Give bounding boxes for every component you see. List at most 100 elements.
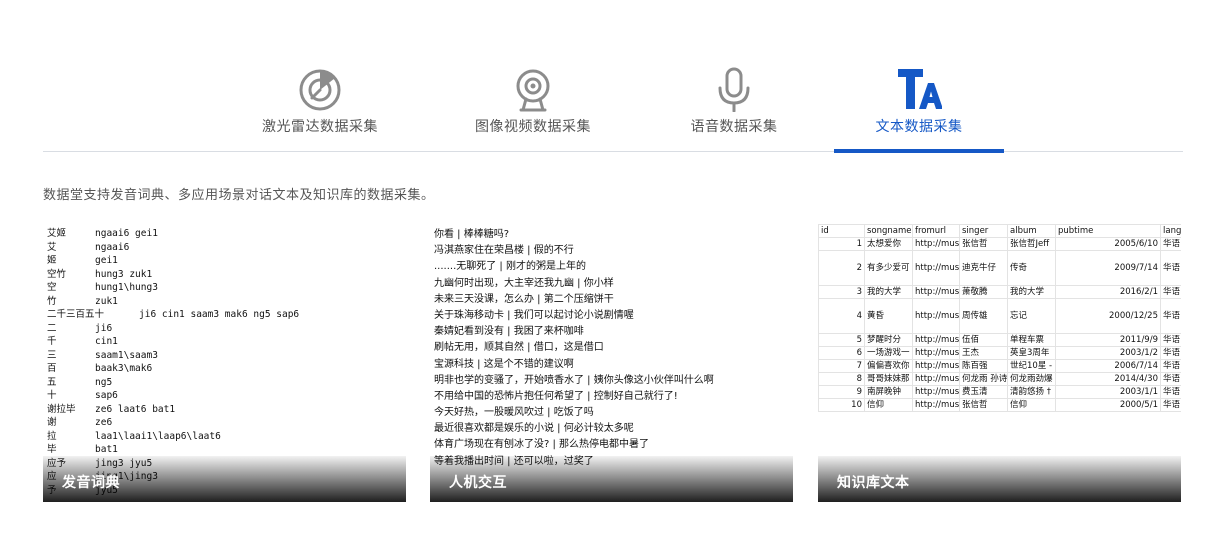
capture-type-tabs: 激光雷达数据采集 图像视频数据采集 语音数据采集 文本数据采集 [43,0,1183,153]
table-cell-singer: 迪克牛仔 [959,250,1008,286]
table-cell-lang: 华语 [1160,333,1181,347]
table-cell-id: 3 [818,285,865,299]
table-row: 4 黄昏 http://musi 周传雄 忘记 2000/12/25 华语 [818,298,1181,334]
table-cell-pubtime: 2016/2/1 [1055,285,1161,299]
dictionary-row: 艾姬 ngaai6 gei1 [47,227,406,241]
dialog-line: .......无聊死了 | 刚才的粥是上年的 [434,261,586,273]
dictionary-pronunciation: ng5 [95,376,113,388]
table-cell-singer: 张信哲 [959,237,1008,251]
dictionary-word: 姬 [47,255,57,266]
dictionary-row: 竹 zuk1 [47,295,406,309]
dialog-line: 未来三天没课，怎么办 | 第二个压缩饼干 [434,293,614,305]
dictionary-pronunciation: baak3\mak6 [95,363,153,374]
dialog-line: 宝源科技 | 这是个不错的建议啊 [434,358,574,370]
dictionary-word: 十 [47,390,57,401]
dictionary-row: 二 ji6 [47,322,406,336]
table-cell-album: 忘记 [1007,298,1056,334]
table-cell-singer: 陈百强 [959,359,1008,373]
dialog-line: 刷帖无用，顺其自然 | 借口，这是借口 [434,342,604,354]
dialog-line: 你看 | 棒棒糖吗? [434,229,510,240]
table-cell-singer: 周传雄 [959,298,1008,334]
table-cell-fromurl: http://musi [912,346,960,360]
table-cell-pubtime: 2014/4/30 [1055,372,1161,386]
table-cell-pubtime: 2011/9/9 [1055,333,1161,347]
table-cell-album: 世纪10星 - [1007,359,1056,373]
table-cell-album: 单程车票 [1007,333,1056,347]
table-cell-album: 何龙雨劲爆 [1007,372,1056,386]
table-cell-album: 清韵悠扬 † [1007,385,1056,399]
table-cell-album: 信仰 [1007,398,1056,412]
dictionary-pronunciation: saam1\saam3 [95,349,158,361]
dictionary-word: 拉 [47,430,57,442]
column-header: fromurl [912,224,960,238]
dictionary-pronunciation: laa1\laai1\laap6\laat6 [95,430,221,442]
dictionary-pronunciation: hung3 zuk1 [95,268,153,280]
table-cell-id: 9 [818,385,865,399]
table-cell-album: 传奇 [1007,250,1056,286]
table-row: 6 一场游戏一 http://musi 王杰 英皇3周年 2003/1/2 华语 [818,346,1181,360]
table-cell-fromurl: http://musi [912,250,960,286]
dictionary-pronunciation: zuk1 [95,295,118,307]
table-cell-pubtime: 2005/6/10 [1055,237,1161,251]
dictionary-pronunciation: cin1 [95,336,118,347]
section-description: 数据堂支持发音词典、多应用场景对话文本及知识库的数据采集。 [43,188,435,203]
dictionary-pronunciation: gei1 [95,255,118,266]
table-cell-singer: 萧敬腾 [959,285,1008,299]
table-cell-pubtime: 2009/7/14 [1055,250,1161,286]
table-row: 1 太想爱你 http://musi 张信哲 张信哲Jeff 2005/6/10 华语 [818,237,1181,251]
table-cell-singer: 王杰 [959,346,1008,360]
tab-voice[interactable]: 语音数据采集 [649,62,819,152]
table-cell-id: 2 [818,250,865,286]
songs-table: id songname fromurl singer album pubtime lang … [818,224,1181,412]
card-caption: 发音词典 [62,475,120,491]
card-knowledge-base[interactable]: id songname fromurl singer album pubtime lang … [818,224,1181,502]
dialog-line: 冯淇燕家住在荣昌楼 | 假的不行 [434,245,574,257]
dictionary-row: 空 hung1\hung3 [47,281,406,295]
card-caption: 知识库文本 [837,475,910,491]
table-cell-id: 5 [818,333,865,347]
table-cell-id: 4 [818,298,865,334]
dictionary-pronunciation: ze6 laat6 bat1 [95,403,176,415]
column-header: album [1007,224,1056,238]
table-cell-songname: 梦醒时分 [864,333,913,347]
dictionary-row: 三 saam1\saam3 [47,349,406,363]
table-cell-fromurl: http://musi [912,333,960,347]
table-cell-songname: 信仰 [864,398,913,412]
dialog-line: 九幽何时出现，大主宰还我九幽 | 你小样 [434,277,614,289]
dictionary-row: 艾 ngaai6 [47,241,406,255]
dictionary-pronunciation: ngaai6 gei1 [95,228,158,239]
card-pronunciation-dictionary[interactable]: 艾姬 ngaai6 gei1 艾 ngaai6 姬 gei1 空竹 hung3 zuk1 空 hu… [43,224,406,502]
tab-image-video[interactable]: 图像视频数据采集 [448,62,618,152]
card-human-machine-interaction[interactable]: 你看 | 棒棒糖吗? 冯淇燕家住在荣昌楼 | 假的不行 .......无聊死了 | … [430,224,793,502]
dictionary-word: 竹 [47,295,57,307]
column-header: lang [1160,224,1181,238]
table-cell-fromurl: http://musi [912,237,960,251]
dialog-line: 关于珠海移动卡 | 我们可以起讨论小说剧情喔 [434,309,634,321]
table-row: 3 我的大学 http://musi 萧敬腾 我的大学 2016/2/1 华语 [818,285,1181,299]
table-cell-lang: 华语 [1160,237,1181,251]
table-cell-singer: 伍佰 [959,333,1008,347]
card-caption: 人机交互 [449,475,507,491]
table-cell-pubtime: 2003/1/1 [1055,385,1161,399]
table-cell-id: 10 [818,398,865,412]
dialog-line: 体育广场现在有刨冰了没? | 那么热停电都中暑了 [434,439,650,451]
table-cell-singer: 费玉清 [959,385,1008,399]
table-cell-songname: 有多少爱可 [864,250,913,286]
table-cell-lang: 华语 [1160,250,1181,286]
lidar-icon [299,69,341,111]
dictionary-row: 谢拉毕 ze6 laat6 bat1 [47,403,406,417]
active-indicator [834,149,1004,153]
dictionary-word: 三 [47,349,57,361]
dictionary-word: 空 [47,282,57,293]
table-cell-lang: 华语 [1160,359,1181,373]
table-cell-songname: 黄昏 [864,298,913,334]
dictionary-row: 谢 ze6 [47,416,406,430]
tab-lidar[interactable]: 激光雷达数据采集 [235,62,405,152]
table-cell-id: 1 [818,237,865,251]
dictionary-word: 艾姬 [47,228,67,239]
table-cell-album: 我的大学 [1007,285,1056,299]
tab-text[interactable]: 文本数据采集 [834,62,1004,153]
dictionary-row: 五 ng5 [47,376,406,390]
dialog-line: 最近很喜欢都是娱乐的小说 | 何必计较太多呢 [434,423,634,435]
table-cell-id: 7 [818,359,865,373]
